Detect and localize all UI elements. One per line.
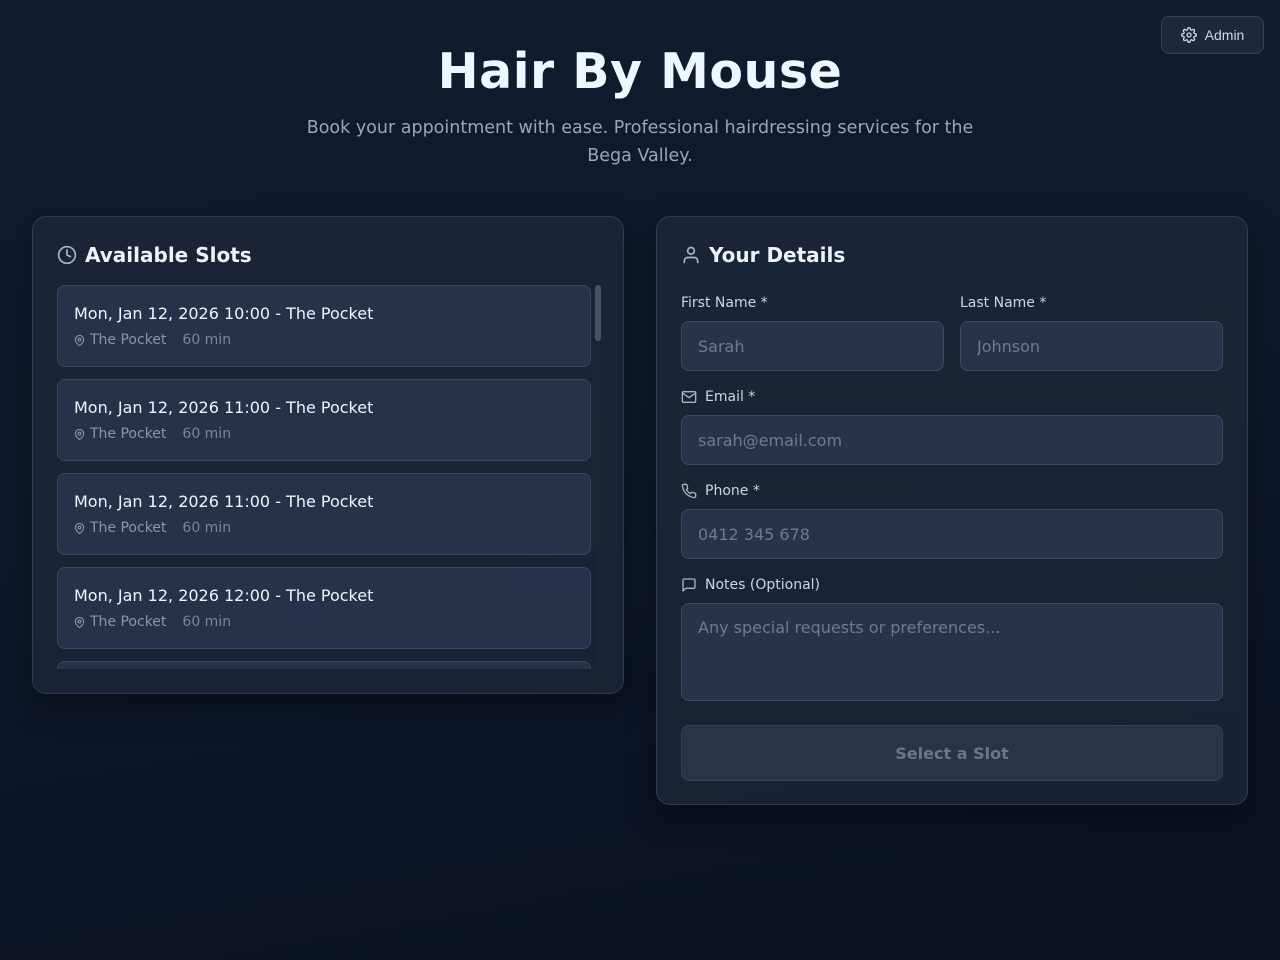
- slot-duration: 60 min: [182, 520, 232, 536]
- slot-list-scrollbar[interactable]: [595, 285, 601, 669]
- phone-label: Phone *: [681, 483, 760, 499]
- slot-title: Mon, Jan 12, 2026 12:00 - The Pocket: [74, 586, 374, 605]
- map-pin-icon: [74, 522, 85, 534]
- last-name-input[interactable]: [960, 321, 1223, 371]
- slot-item[interactable]: Mon, Jan 12, 2026 11:00 - The Pocket The…: [57, 473, 591, 555]
- slot-location: The Pocket: [90, 520, 167, 536]
- select-slot-button[interactable]: Select a Slot: [681, 725, 1223, 781]
- hero: Hair By Mouse Book your appointment with…: [0, 42, 1280, 170]
- slot-title: Mon, Jan 12, 2026 10:00 - The Pocket: [74, 304, 374, 323]
- first-name-input[interactable]: [681, 321, 944, 371]
- message-square-icon: [682, 578, 696, 592]
- slot-location: The Pocket: [90, 426, 167, 442]
- phone-input[interactable]: [681, 509, 1223, 559]
- slot-item[interactable]: Mon, Jan 12, 2026 12:00 - The Pocket The…: [57, 567, 591, 649]
- last-name-label: Last Name *: [960, 295, 1047, 311]
- user-icon: [683, 246, 699, 264]
- slot-location: The Pocket: [90, 332, 167, 348]
- admin-label: Admin: [1204, 27, 1245, 43]
- available-slots-heading: Available Slots: [57, 243, 252, 267]
- slot-duration: 60 min: [182, 614, 232, 630]
- your-details-heading: Your Details: [681, 243, 845, 267]
- available-slots-title: Available Slots: [85, 243, 252, 267]
- map-pin-icon: [74, 428, 85, 440]
- slot-title: Mon, Jan 12, 2026 11:00 - The Pocket: [74, 398, 374, 417]
- slot-meta: The Pocket 60 min: [74, 426, 574, 442]
- slot-meta: The Pocket 60 min: [74, 332, 574, 348]
- map-pin-icon: [74, 616, 85, 628]
- slot-item[interactable]: Mon, Jan 12, 2026 10:00 - The Pocket The…: [57, 285, 591, 367]
- notes-label: Notes (Optional): [681, 577, 820, 593]
- your-details-card: Your Details First Name * Last Name * Em…: [656, 216, 1248, 805]
- slot-meta: The Pocket 60 min: [74, 520, 574, 536]
- slot-item-partial[interactable]: [57, 661, 591, 669]
- slot-location: The Pocket: [90, 614, 167, 630]
- slot-list: Mon, Jan 12, 2026 10:00 - The Pocket The…: [57, 285, 601, 669]
- your-details-title: Your Details: [709, 243, 846, 267]
- slot-meta: The Pocket 60 min: [74, 614, 574, 630]
- slot-duration: 60 min: [182, 426, 232, 442]
- clock-icon: [57, 245, 77, 265]
- notes-label-text: Notes (Optional): [705, 577, 821, 593]
- email-label-text: Email *: [705, 389, 756, 405]
- email-label: Email *: [681, 389, 755, 405]
- map-pin-icon: [74, 334, 85, 346]
- email-input[interactable]: [681, 415, 1223, 465]
- phone-icon: [681, 483, 697, 499]
- first-name-label: First Name *: [681, 295, 768, 311]
- slot-duration: 60 min: [182, 332, 232, 348]
- slot-item[interactable]: Mon, Jan 12, 2026 11:00 - The Pocket The…: [57, 379, 591, 461]
- page-title: Hair By Mouse: [437, 43, 843, 100]
- scroll-thumb[interactable]: [595, 285, 601, 341]
- slot-title: Mon, Jan 12, 2026 11:00 - The Pocket: [74, 492, 374, 511]
- phone-label-text: Phone *: [705, 483, 760, 499]
- gear-icon: [1180, 27, 1197, 43]
- page-subtitle: Book your appointment with ease. Profess…: [306, 118, 974, 166]
- mail-icon: [681, 391, 697, 403]
- available-slots-card: Available Slots Mon, Jan 12, 2026 10:00 …: [32, 216, 624, 694]
- notes-textarea[interactable]: [681, 603, 1223, 701]
